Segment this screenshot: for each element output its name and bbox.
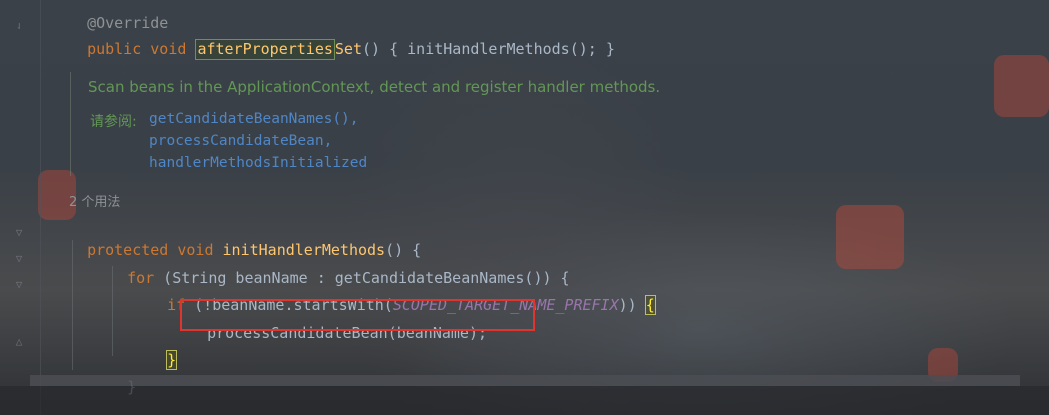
code-line-override[interactable]: @Override: [69, 0, 168, 32]
horizontal-scrollbar[interactable]: [30, 375, 1020, 386]
highlighted-method-name[interactable]: afterProperties: [195, 39, 335, 60]
folded-body[interactable]: () { initHandlerMethods(); }: [362, 40, 615, 58]
usages-hint[interactable]: 2 个用法: [69, 191, 120, 210]
lantern-decoration: [994, 55, 1049, 117]
see-also-link-get-candidate-bean-names[interactable]: getCandidateBeanNames(),: [149, 111, 359, 127]
javadoc-description: Scan beans in the ApplicationContext, de…: [88, 78, 661, 96]
code-line-close-for[interactable]: }: [109, 354, 136, 396]
code-line-for[interactable]: for (String beanName : getCandidateBeanN…: [109, 245, 570, 287]
javadoc-block: Scan beans in the ApplicationContext, de…: [70, 72, 871, 176]
method-name-rest: Set: [334, 40, 362, 58]
lantern-decoration: [836, 205, 904, 269]
if-condition-end: )): [618, 296, 646, 314]
fold-icon[interactable]: ⇃: [13, 20, 25, 32]
see-also-label: 请参阅:: [90, 114, 137, 130]
code-line-after-properties-set[interactable]: public void afterProperties Set() { initH…: [69, 16, 615, 60]
keyword-public-void: public void: [87, 40, 196, 58]
code-line-if[interactable]: if (!beanName.startsWith(SCOPED_TARGET_N…: [149, 272, 656, 315]
see-also-link-handler-methods-initialized[interactable]: handlerMethodsInitialized: [149, 155, 367, 171]
matched-brace-close: }: [166, 350, 178, 370]
next-line-cutoff: [0, 386, 1049, 415]
editor-gutter[interactable]: [0, 0, 41, 415]
matched-brace[interactable]: {: [644, 295, 656, 315]
see-also-link-process-candidate-bean[interactable]: processCandidateBean,: [149, 133, 332, 149]
code-line-close-if[interactable]: }: [149, 327, 178, 370]
fold-icon[interactable]: △: [13, 336, 25, 348]
fold-icon[interactable]: ▽: [13, 227, 25, 239]
fold-icon[interactable]: ▽: [13, 279, 25, 291]
fold-icon[interactable]: ▽: [13, 253, 25, 265]
annotation-highlight-box: [180, 299, 535, 331]
code-line-method-declaration[interactable]: protected void initHandlerMethods() {: [69, 217, 421, 259]
